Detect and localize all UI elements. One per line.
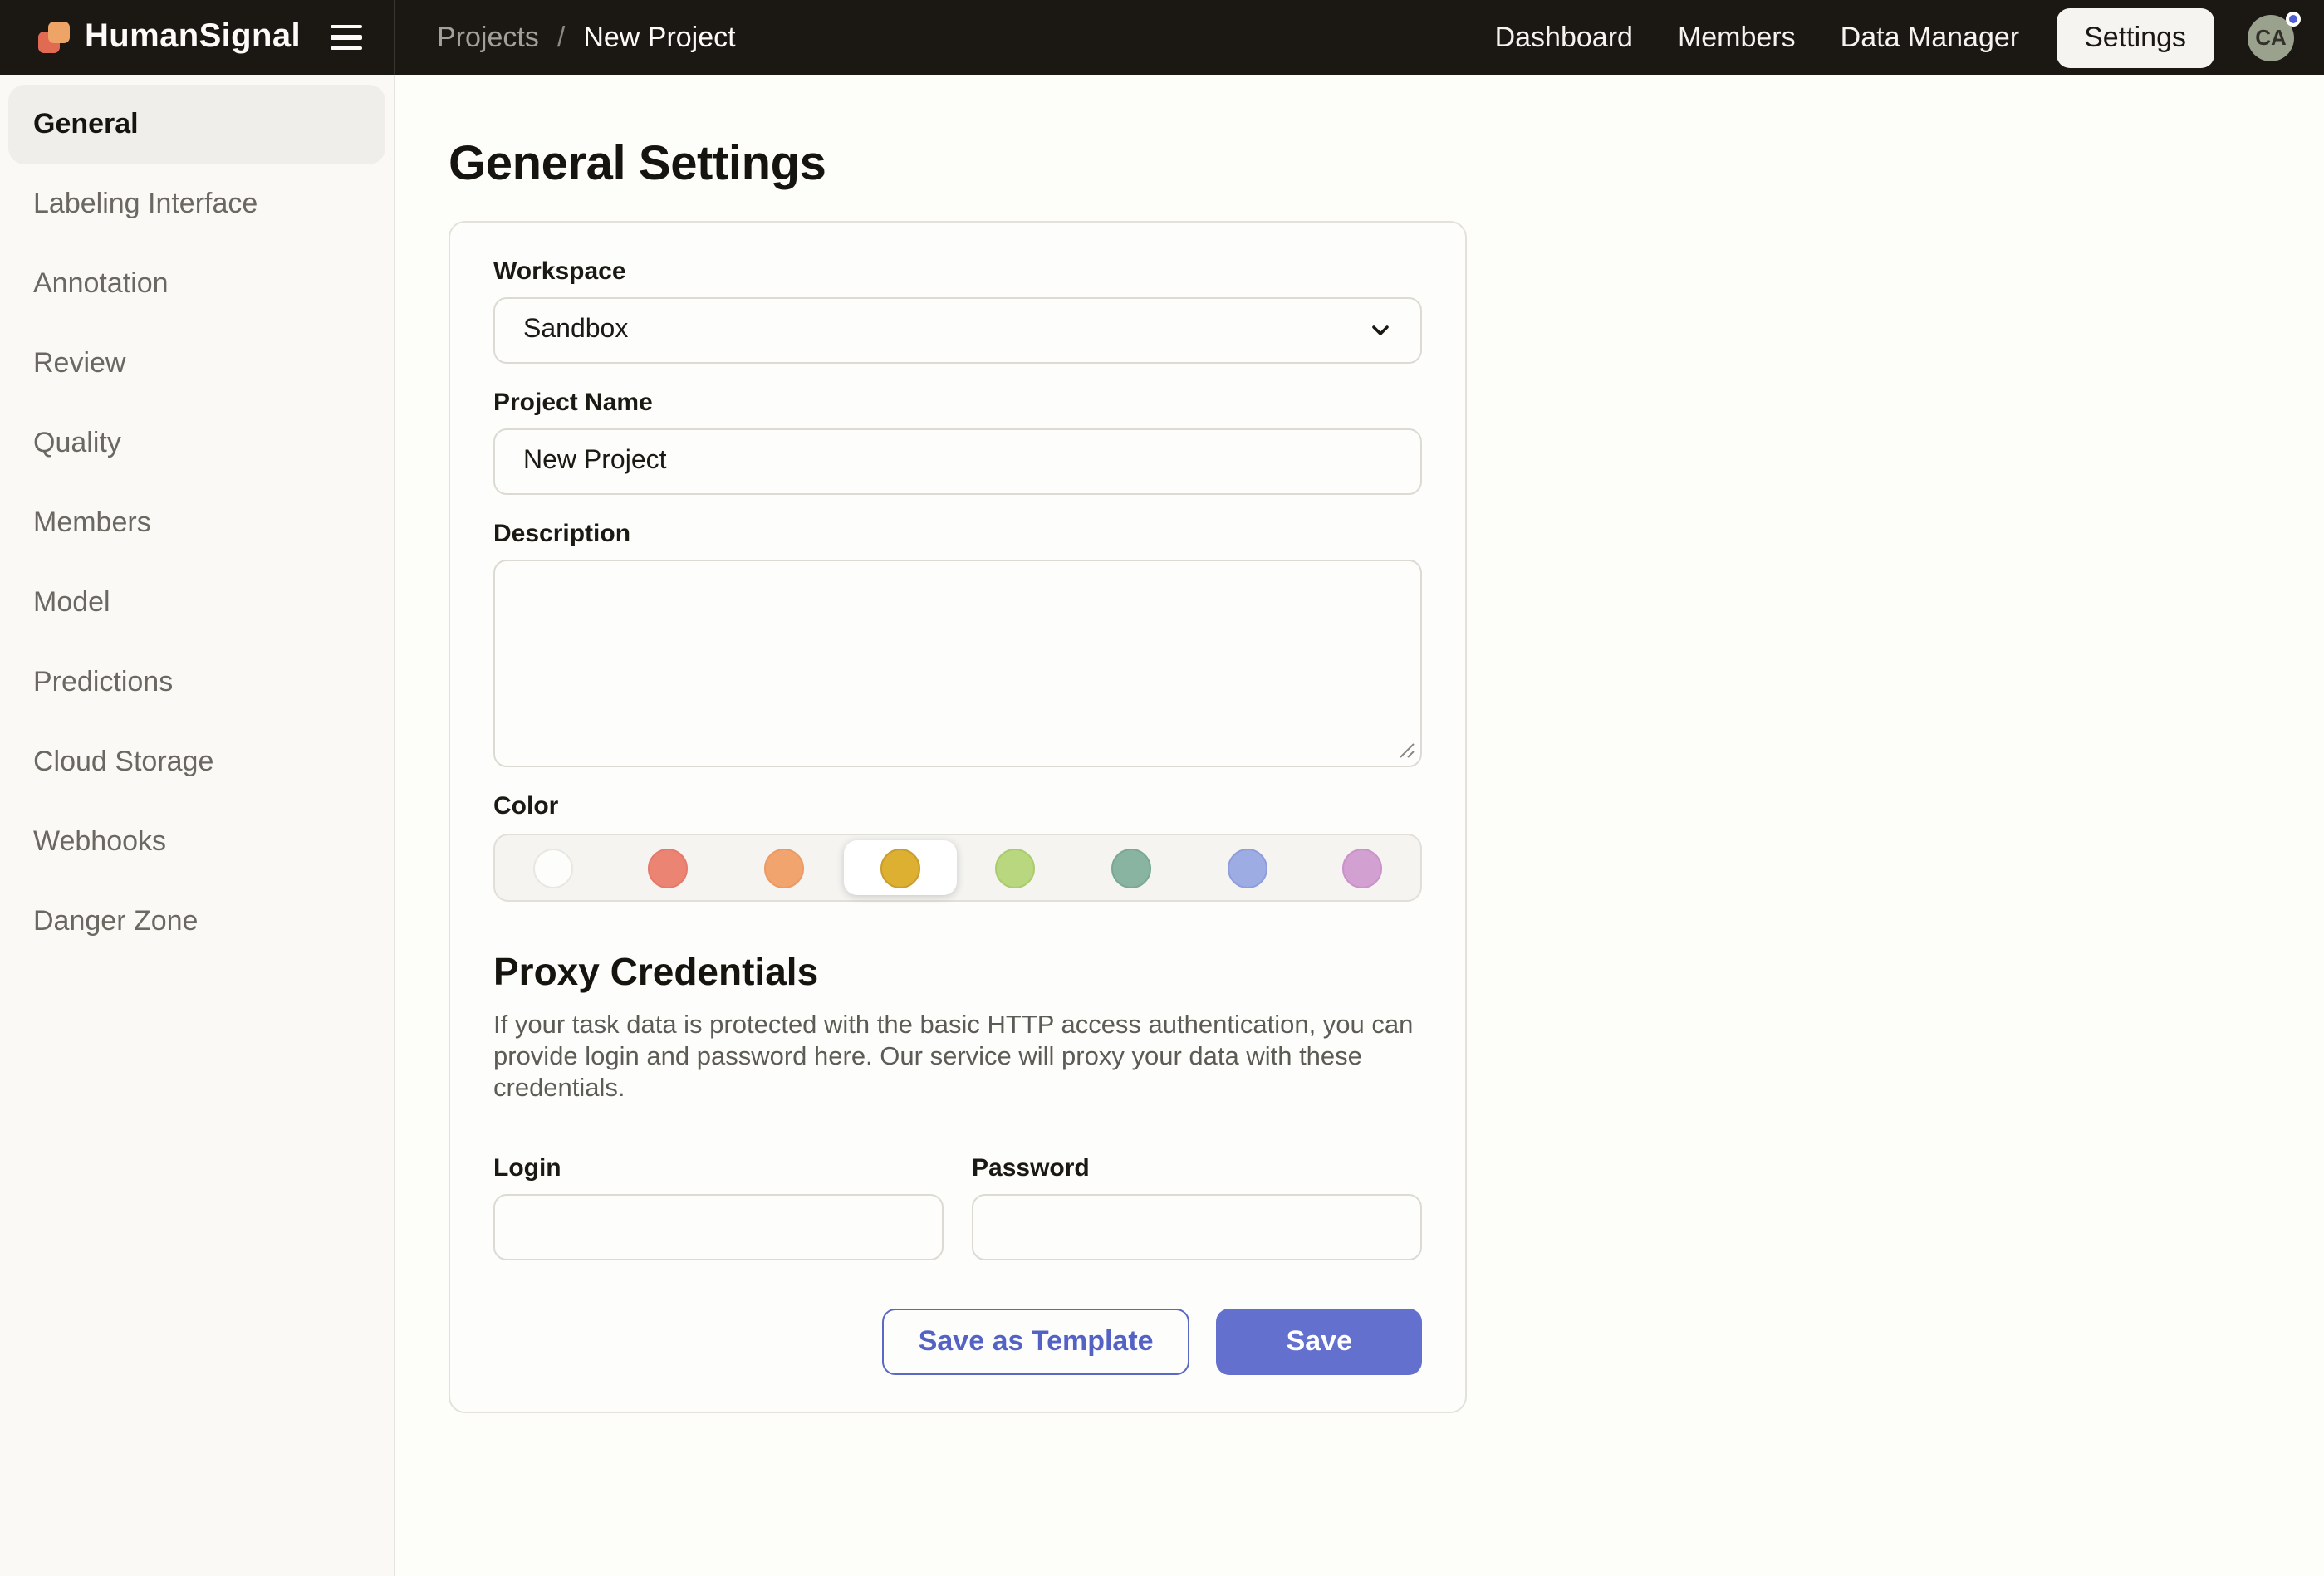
sidebar-item-cloud-storage[interactable]: Cloud Storage [8, 722, 385, 802]
color-label: Color [493, 792, 1422, 820]
sidebar-item-general[interactable]: General [8, 85, 385, 164]
sidebar-item-quality[interactable]: Quality [8, 404, 385, 483]
swatch-slot-salmon [610, 835, 726, 900]
project-name-label: Project Name [493, 389, 1422, 417]
sidebar-item-danger-zone[interactable]: Danger Zone [8, 882, 385, 962]
proxy-credentials-heading: Proxy Credentials [493, 950, 1422, 995]
logo-square-orange [48, 22, 70, 43]
breadcrumb-projects[interactable]: Projects [437, 21, 539, 54]
breadcrumb-separator: / [557, 21, 565, 54]
swatch-slot-white [495, 835, 610, 900]
resize-handle-icon[interactable] [1399, 742, 1415, 759]
workspace-selected-value: Sandbox [523, 316, 628, 345]
top-bar: HumanSignal Projects / New Project Dashb… [0, 0, 2324, 75]
page-body: General Labeling Interface Annotation Re… [0, 75, 2324, 1576]
nav-data-manager[interactable]: Data Manager [1841, 21, 2019, 54]
color-swatch-gold[interactable] [880, 848, 919, 888]
top-bar-left: HumanSignal [0, 0, 395, 75]
sidebar-item-labeling-interface[interactable]: Labeling Interface [8, 164, 385, 244]
swatch-slot-gold [842, 835, 958, 900]
sidebar-item-predictions[interactable]: Predictions [8, 643, 385, 722]
login-field: Login [493, 1154, 944, 1260]
login-input[interactable] [493, 1194, 944, 1260]
sidebar-item-model[interactable]: Model [8, 563, 385, 643]
password-label: Password [972, 1154, 1422, 1182]
color-swatch-white[interactable] [533, 848, 573, 888]
settings-sidebar: General Labeling Interface Annotation Re… [0, 75, 395, 1576]
nav-members[interactable]: Members [1678, 21, 1796, 54]
button-row: Save as Template Save [493, 1309, 1422, 1375]
avatar[interactable]: CA [2248, 14, 2294, 61]
workspace-select[interactable]: Sandbox [493, 297, 1422, 364]
breadcrumb: Projects / New Project [437, 21, 736, 54]
nav-settings[interactable]: Settings [2056, 7, 2214, 67]
breadcrumb-current-project: New Project [583, 21, 735, 54]
avatar-initials: CA [2255, 25, 2287, 50]
app-window: HumanSignal Projects / New Project Dashb… [0, 0, 2324, 1576]
save-as-template-button[interactable]: Save as Template [882, 1309, 1190, 1375]
description-field: Description [493, 520, 1422, 767]
swatch-slot-green [958, 835, 1073, 900]
nav-dashboard[interactable]: Dashboard [1495, 21, 1633, 54]
hamburger-menu-icon[interactable] [331, 25, 362, 51]
sidebar-item-webhooks[interactable]: Webhooks [8, 802, 385, 882]
color-swatch-periwinkle[interactable] [1227, 848, 1267, 888]
swatch-slot-orchid [1305, 835, 1420, 900]
description-label: Description [493, 520, 1422, 548]
general-settings-card: Workspace Sandbox Project Name Descripti… [449, 221, 1467, 1413]
top-bar-nav: Dashboard Members Data Manager Settings … [1450, 7, 2324, 67]
workspace-label: Workspace [493, 257, 1422, 286]
color-swatch-teal[interactable] [1111, 848, 1151, 888]
color-swatch-orange[interactable] [764, 848, 804, 888]
main-content: General Settings Workspace Sandbox Proje… [395, 75, 2324, 1576]
proxy-credentials-description: If your task data is protected with the … [493, 1010, 1422, 1104]
page-title: General Settings [449, 138, 2324, 193]
color-swatch-bar [493, 834, 1422, 902]
online-status-dot [2286, 11, 2301, 26]
humansignal-logo-icon [38, 22, 70, 53]
description-textarea[interactable] [493, 560, 1422, 767]
password-input[interactable] [972, 1194, 1422, 1260]
color-field: Color [493, 792, 1422, 902]
workspace-field: Workspace Sandbox [493, 257, 1422, 364]
chevron-down-icon [1369, 319, 1392, 342]
swatch-slot-teal [1073, 835, 1189, 900]
sidebar-item-review[interactable]: Review [8, 324, 385, 404]
logo-text: HumanSignal [85, 18, 301, 56]
project-name-input[interactable] [493, 428, 1422, 495]
swatch-slot-periwinkle [1189, 835, 1305, 900]
color-swatch-salmon[interactable] [649, 848, 689, 888]
save-button[interactable]: Save [1217, 1309, 1422, 1375]
sidebar-item-members[interactable]: Members [8, 483, 385, 563]
project-name-field: Project Name [493, 389, 1422, 495]
brand[interactable]: HumanSignal [38, 18, 301, 56]
password-field: Password [972, 1154, 1422, 1260]
login-label: Login [493, 1154, 944, 1182]
credentials-row: Login Password [493, 1154, 1422, 1260]
color-swatch-orchid[interactable] [1342, 848, 1382, 888]
swatch-slot-orange [727, 835, 842, 900]
sidebar-item-annotation[interactable]: Annotation [8, 244, 385, 324]
color-swatch-green[interactable] [996, 848, 1036, 888]
